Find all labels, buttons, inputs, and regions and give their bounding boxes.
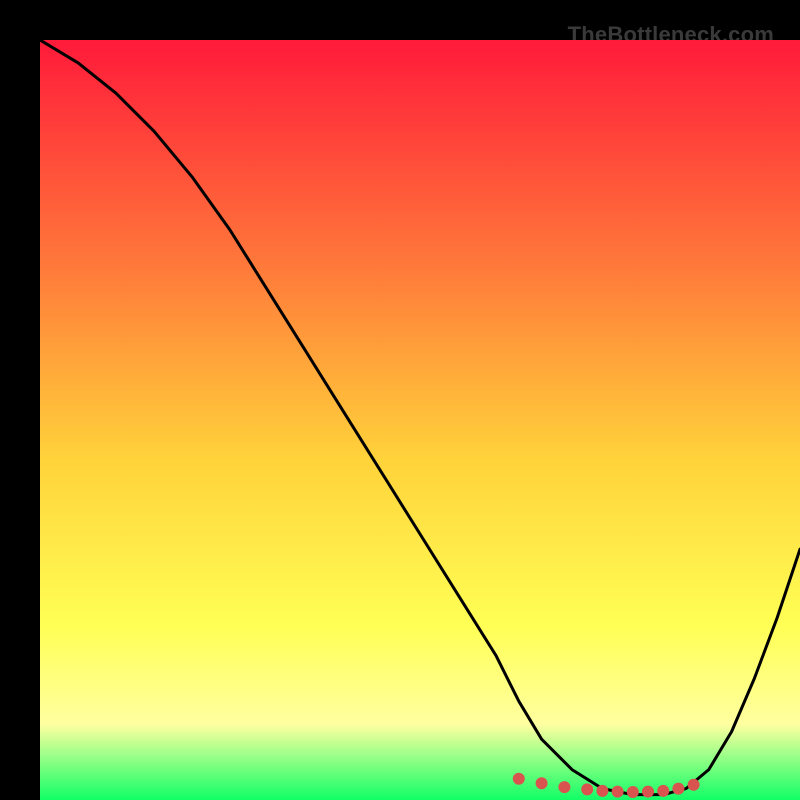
- min-marker: [558, 781, 570, 793]
- min-marker: [612, 786, 624, 798]
- min-marker: [581, 783, 593, 795]
- plot-area: [40, 40, 800, 800]
- min-marker: [657, 785, 669, 797]
- min-marker: [513, 773, 525, 785]
- chart-frame: TheBottleneck.com: [20, 20, 780, 780]
- min-marker: [536, 777, 548, 789]
- bottleneck-chart: [40, 40, 800, 800]
- min-marker: [642, 786, 654, 798]
- min-marker: [596, 785, 608, 797]
- gradient-background: [40, 40, 800, 800]
- min-marker: [627, 786, 639, 798]
- min-marker: [672, 783, 684, 795]
- min-marker: [688, 779, 700, 791]
